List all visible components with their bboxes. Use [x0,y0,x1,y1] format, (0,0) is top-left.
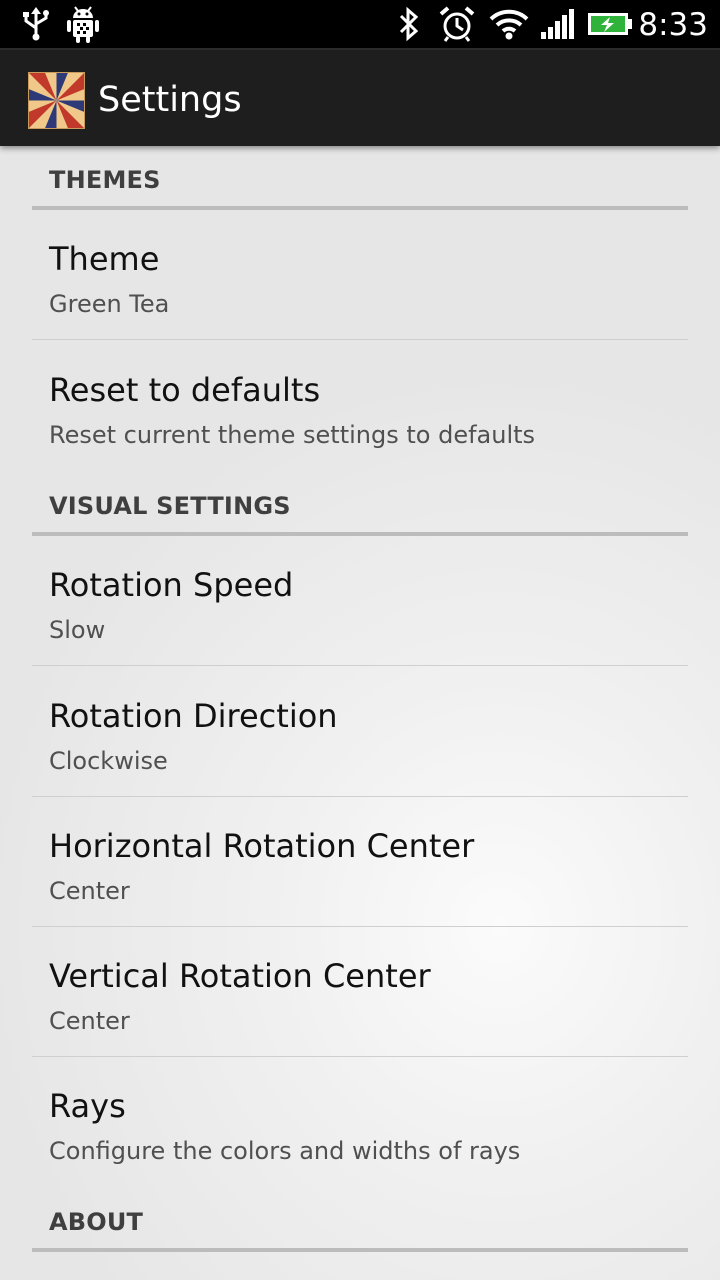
pref-title: Rotation Speed [49,566,294,604]
status-bar: 8:33 [0,0,720,48]
battery-charging-icon [586,0,634,48]
pref-title: Horizontal Rotation Center [49,827,475,865]
wifi-icon [488,0,530,48]
signal-icon [540,0,576,48]
settings-list: THEMES Theme Green Tea Reset to defaults… [0,146,720,1280]
pref-vertical-rotation-center[interactable]: Vertical Rotation Center Center [32,927,688,1057]
pref-summary: Slow [49,616,106,644]
category-about: ABOUT [32,1188,688,1252]
category-label: THEMES [49,166,161,194]
page-title: Settings [98,80,242,120]
pref-title: Vertical Rotation Center [49,957,431,995]
pref-title: Reset to defaults [49,371,321,409]
pref-rays[interactable]: Rays Configure the colors and widths of … [32,1057,688,1187]
sunburst-app-icon[interactable] [6,50,107,151]
pref-rotation-speed[interactable]: Rotation Speed Slow [32,536,688,666]
category-label: VISUAL SETTINGS [49,492,291,520]
action-bar: Settings [0,48,720,151]
pref-title: Rays [49,1087,126,1125]
pref-summary: Clockwise [49,747,168,775]
pref-summary: Configure the colors and widths of rays [49,1137,521,1165]
pref-summary: Center [49,1007,130,1035]
pref-horizontal-rotation-center[interactable]: Horizontal Rotation Center Center [32,797,688,927]
pref-title: Rotation Direction [49,697,338,735]
usb-icon [20,0,52,48]
pref-title: Theme [49,240,160,278]
category-themes: THEMES [32,146,688,210]
category-visual-settings: VISUAL SETTINGS [32,472,688,536]
pref-rotation-direction[interactable]: Rotation Direction Clockwise [32,667,688,797]
pref-summary: Center [49,877,130,905]
pref-summary: Reset current theme settings to defaults [49,421,536,449]
pref-theme[interactable]: Theme Green Tea [32,210,688,340]
status-clock: 8:33 [638,7,708,43]
pref-reset-defaults[interactable]: Reset to defaults Reset current theme se… [32,341,688,471]
alarm-icon [438,0,476,48]
android-debug-icon [64,0,102,48]
category-label: ABOUT [49,1208,144,1236]
pref-summary: Green Tea [49,290,170,318]
bluetooth-icon [394,0,424,48]
